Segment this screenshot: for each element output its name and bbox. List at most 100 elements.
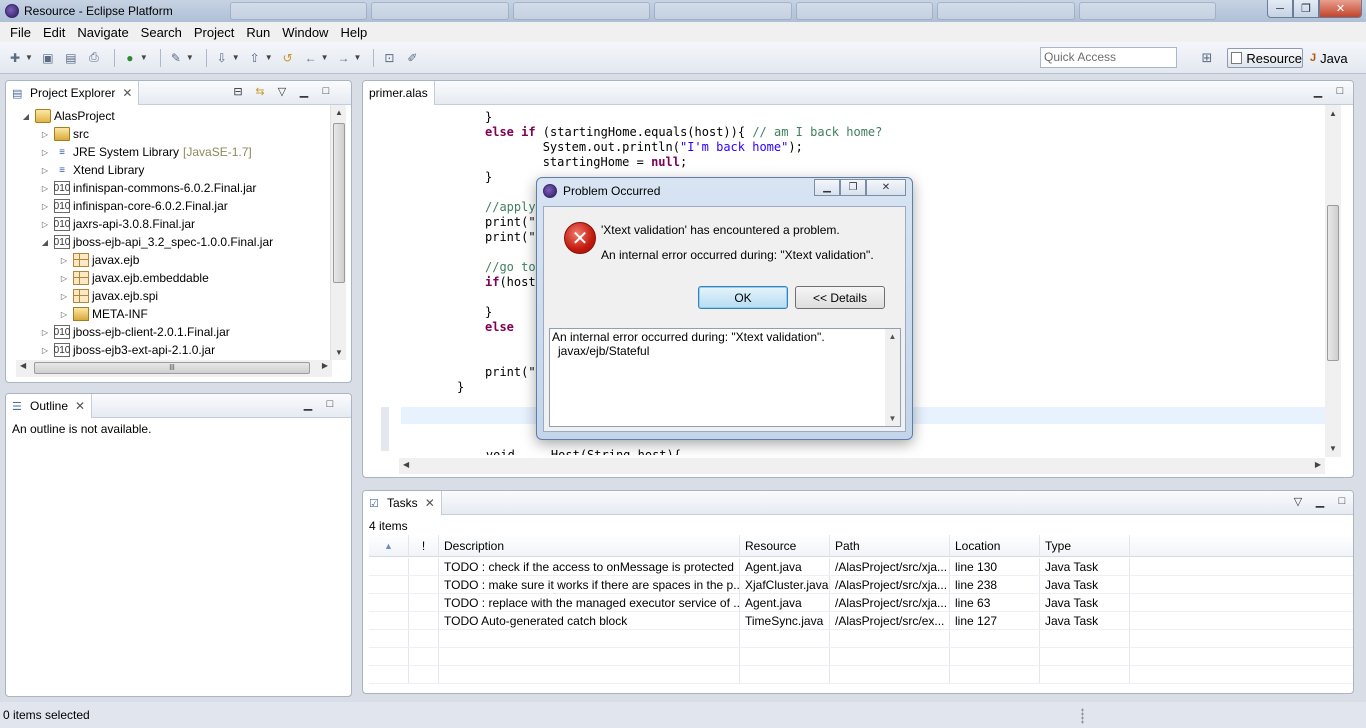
table-row[interactable]	[369, 648, 1353, 666]
collapsed-arrow-icon[interactable]: ▷	[39, 328, 51, 337]
table-row[interactable]: TODO : replace with the managed executor…	[369, 594, 1353, 612]
tree-item[interactable]: ▷ src	[6, 125, 332, 143]
collapsed-arrow-icon[interactable]: ▷	[58, 256, 70, 265]
tree-item[interactable]: ▷ 010 infinispan-core-6.0.2.Final.jar	[6, 197, 332, 215]
forward-icon[interactable]: →	[335, 50, 353, 66]
table-row[interactable]	[369, 666, 1353, 684]
tab-primer-alas[interactable]: primer.alas	[363, 81, 435, 105]
scroll-up-icon[interactable]: ▲	[331, 108, 347, 117]
expanded-arrow-icon[interactable]: ◢	[20, 112, 32, 121]
scroll-down-icon[interactable]: ▼	[331, 348, 347, 357]
editor-horizontal-scrollbar[interactable]: ◀ ▶	[399, 458, 1325, 474]
save-all-icon[interactable]: ▤	[62, 50, 80, 66]
explorer-horizontal-scrollbar[interactable]: ◀ lll ▶	[16, 360, 332, 377]
dialog-maximize-button[interactable]: ❐	[840, 179, 866, 196]
collapsed-arrow-icon[interactable]: ▷	[39, 220, 51, 229]
sort-ascending-icon[interactable]: ▲	[369, 535, 409, 556]
collapsed-arrow-icon[interactable]: ▷	[58, 292, 70, 301]
scroll-down-icon[interactable]: ▼	[1325, 444, 1341, 453]
collapsed-arrow-icon[interactable]: ▷	[39, 202, 51, 211]
edit-icon[interactable]: ✐	[403, 50, 421, 66]
column-header[interactable]: Description	[439, 535, 740, 556]
scroll-right-icon[interactable]: ▶	[322, 361, 328, 370]
scroll-right-icon[interactable]: ▶	[1315, 460, 1321, 469]
tree-item[interactable]: ▷ 010 jboss-ejb-client-2.0.1.Final.jar	[6, 323, 332, 341]
pin-editor-icon[interactable]: ⊡	[380, 50, 398, 66]
minimize-view-icon[interactable]: ▁	[297, 85, 311, 98]
collapsed-arrow-icon[interactable]: ▷	[39, 346, 51, 355]
perspective-java-button[interactable]: J Java	[1307, 48, 1363, 68]
dialog-minimize-button[interactable]: ▁	[814, 179, 840, 196]
explorer-vertical-scrollbar[interactable]: ▲ ▼	[330, 105, 346, 360]
dialog-close-button[interactable]: ✕	[866, 179, 906, 196]
column-header[interactable]: Location	[950, 535, 1040, 556]
minimize-view-icon[interactable]: ▁	[1311, 85, 1325, 98]
perspective-resource-button[interactable]: Resource	[1227, 48, 1303, 68]
table-row[interactable]	[369, 630, 1353, 648]
details-button[interactable]: << Details	[795, 286, 885, 309]
save-icon[interactable]: ▣	[39, 50, 57, 66]
collapsed-arrow-icon[interactable]: ▷	[39, 148, 51, 157]
menu-window[interactable]: Window	[276, 25, 334, 40]
column-header[interactable]: Path	[830, 535, 950, 556]
tab-project-explorer[interactable]: ▤ Project Explorer ✕	[6, 81, 140, 105]
maximize-view-icon[interactable]: □	[323, 398, 337, 411]
menu-help[interactable]: Help	[334, 25, 373, 40]
external-tools-icon[interactable]: ✎	[167, 50, 185, 66]
tab-outline[interactable]: ☰ Outline ✕	[6, 394, 93, 418]
tree-item[interactable]: ▷ META-INF	[6, 305, 332, 323]
new-icon[interactable]: ✚	[6, 50, 24, 66]
collapsed-arrow-icon[interactable]: ▷	[58, 274, 70, 283]
next-annotation-icon[interactable]: ⇩	[213, 50, 231, 66]
tree-item[interactable]: ▷ 010 jboss-ejb3-ext-api-2.1.0.jar	[6, 341, 332, 359]
tree-item[interactable]: ▷ ≡ JRE System Library [JavaSE-1.7]	[6, 143, 332, 161]
menu-file[interactable]: File	[4, 25, 37, 40]
maximize-view-icon[interactable]: □	[1333, 85, 1347, 98]
collapsed-arrow-icon[interactable]: ▷	[58, 310, 70, 319]
back-dropdown-icon[interactable]: ▼	[321, 53, 329, 62]
collapsed-arrow-icon[interactable]: ▷	[39, 184, 51, 193]
run-dropdown-icon[interactable]: ▼	[140, 53, 148, 62]
scroll-left-icon[interactable]: ◀	[403, 460, 409, 469]
last-edit-icon[interactable]: ↺	[279, 50, 297, 66]
scroll-up-icon[interactable]: ▲	[1325, 109, 1341, 118]
link-with-editor-icon[interactable]: ⇆	[253, 85, 267, 98]
ok-button[interactable]: OK	[698, 286, 788, 309]
collapse-all-icon[interactable]: ⊟	[231, 85, 245, 98]
menu-edit[interactable]: Edit	[37, 25, 71, 40]
menu-navigate[interactable]: Navigate	[71, 25, 134, 40]
minimize-view-icon[interactable]: ▁	[1313, 495, 1327, 508]
tree-item[interactable]: ▷ javax.ejb.embeddable	[6, 269, 332, 287]
tree-item[interactable]: ▷ javax.ejb	[6, 251, 332, 269]
table-row[interactable]: TODO : make sure it works if there are s…	[369, 576, 1353, 594]
menu-run[interactable]: Run	[240, 25, 276, 40]
scroll-thumb[interactable]	[333, 123, 345, 283]
collapsed-arrow-icon[interactable]: ▷	[39, 130, 51, 139]
table-row[interactable]: TODO : check if the access to onMessage …	[369, 558, 1353, 576]
next-annotation-dropdown-icon[interactable]: ▼	[232, 53, 240, 62]
scroll-down-icon[interactable]: ▼	[885, 414, 900, 423]
prev-annotation-icon[interactable]: ⇧	[246, 50, 264, 66]
tools-dropdown-icon[interactable]: ▼	[186, 53, 194, 62]
scroll-left-icon[interactable]: ◀	[20, 361, 26, 370]
open-perspective-icon[interactable]: ⊞	[1198, 48, 1216, 68]
column-header[interactable]: !	[409, 535, 439, 556]
table-row[interactable]: TODO Auto-generated catch block TimeSync.…	[369, 612, 1353, 630]
view-menu-icon[interactable]: ▽	[275, 85, 289, 98]
close-tab-icon[interactable]: ✕	[122, 86, 132, 100]
run-icon[interactable]: ●	[121, 50, 139, 66]
minimize-view-icon[interactable]: ▁	[301, 398, 315, 411]
minimize-button[interactable]: ─	[1267, 0, 1293, 18]
tree-item[interactable]: ◢ AlasProject	[6, 107, 332, 125]
tree-item[interactable]: ▷ 010 jaxrs-api-3.0.8.Final.jar	[6, 215, 332, 233]
maximize-view-icon[interactable]: □	[319, 85, 333, 98]
scroll-up-icon[interactable]: ▲	[885, 332, 900, 341]
column-header[interactable]: Resource	[740, 535, 830, 556]
tree-item[interactable]: ▷ 010 infinispan-commons-6.0.2.Final.jar	[6, 179, 332, 197]
quick-access-input[interactable]: Quick Access	[1040, 47, 1177, 68]
back-icon[interactable]: ←	[302, 50, 320, 66]
menu-project[interactable]: Project	[188, 25, 240, 40]
menu-search[interactable]: Search	[135, 25, 188, 40]
collapsed-arrow-icon[interactable]: ▷	[39, 166, 51, 175]
close-button[interactable]: ✕	[1319, 0, 1362, 18]
